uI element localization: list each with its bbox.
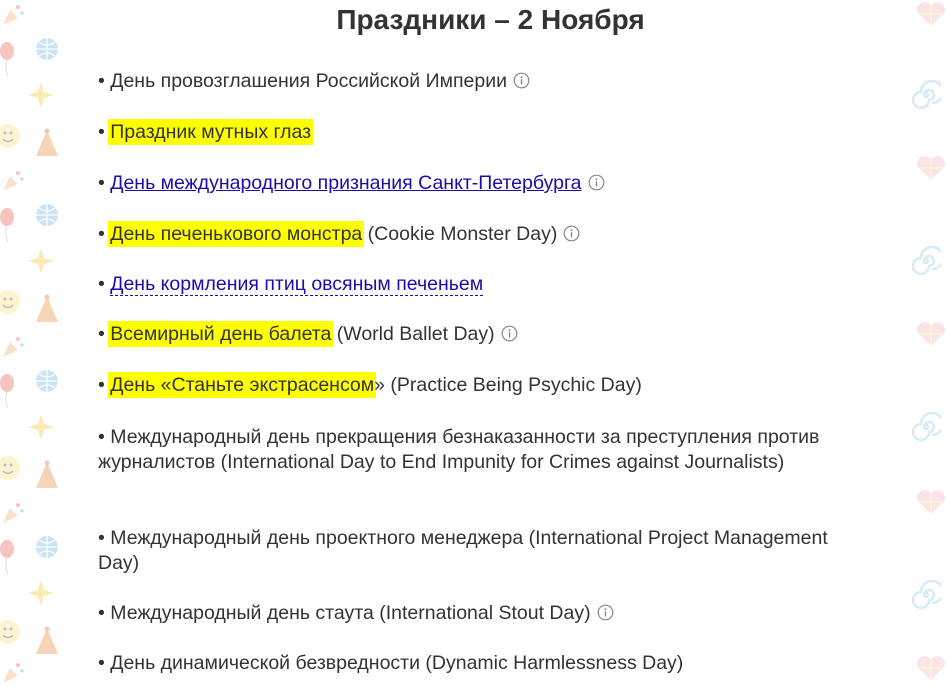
bullet: •	[98, 172, 111, 194]
highlighted-holiday-name: Всемирный день балета	[110, 323, 332, 345]
bullet: •	[98, 602, 111, 624]
party-hat-icon	[36, 294, 58, 322]
spiral-icon	[911, 412, 941, 442]
holiday-text: (World Ballet Day)	[331, 323, 495, 345]
bullet: •	[98, 426, 111, 448]
bullet: •	[98, 70, 111, 92]
holiday-text: (Cookie Monster Day)	[362, 223, 558, 245]
sparkle-icon	[28, 248, 54, 274]
holiday-item: • День провозглашения Российской Империи	[98, 69, 838, 94]
gift-heart-icon	[917, 656, 945, 680]
info-circle-icon[interactable]	[501, 324, 518, 342]
smiley-icon	[0, 124, 20, 148]
page-title: Праздники – 2 Ноября	[336, 4, 645, 35]
confetti-icon	[3, 337, 24, 357]
holiday-item: • День печенькового монстра (Cookie Mons…	[98, 222, 838, 247]
decorative-pattern-left	[0, 0, 60, 686]
bullet: •	[98, 223, 111, 245]
holiday-text: Международный день стаута (International…	[110, 602, 591, 624]
info-circle-icon[interactable]	[597, 603, 614, 621]
balloon-icon	[0, 374, 14, 408]
holiday-item: • Праздник мутных глаз	[98, 120, 838, 145]
holiday-text: День провозглашения Российской Империи	[110, 70, 508, 92]
smiley-icon	[0, 620, 20, 644]
balloon-icon	[0, 42, 14, 76]
holiday-text: Международный день прекращения безнаказа…	[98, 426, 820, 473]
confetti-icon	[3, 663, 24, 683]
confetti-icon	[3, 503, 24, 523]
spiral-icon	[911, 80, 941, 110]
holiday-link[interactable]: День кормления птиц овсяным печеньем	[110, 273, 484, 296]
decorative-pattern-right	[887, 0, 947, 686]
highlighted-holiday-name: День печенькового монстра	[110, 223, 363, 245]
bullet: •	[98, 374, 111, 396]
sparkle-icon	[28, 580, 54, 606]
party-hat-icon	[36, 128, 58, 156]
info-circle-icon[interactable]	[588, 173, 605, 191]
holiday-item: • Всемирный день балета (World Ballet Da…	[98, 322, 838, 347]
holiday-item: • Международный день стаута (Internation…	[98, 601, 838, 626]
smiley-icon	[0, 290, 20, 314]
holiday-text: Международный день проектного менеджера …	[98, 527, 828, 574]
gift-heart-icon	[917, 322, 945, 346]
info-circle-icon[interactable]	[563, 224, 580, 242]
holiday-item: • День кормления птиц овсяным печеньем	[98, 272, 838, 297]
balloon-icon	[0, 540, 14, 574]
confetti-icon	[3, 171, 24, 191]
party-hat-icon	[36, 626, 58, 654]
holiday-item: • Международный день прекращения безнака…	[98, 425, 838, 475]
balloon-icon	[0, 208, 14, 242]
gift-heart-icon	[917, 2, 945, 26]
highlighted-holiday-name: День «Станьте экстрасенсом	[110, 374, 375, 396]
holiday-item: • День международного признания Санкт-Пе…	[98, 171, 838, 196]
confetti-icon	[3, 5, 24, 25]
spiral-icon	[911, 246, 941, 276]
holiday-link[interactable]: День международного признания Санкт-Пете…	[110, 172, 581, 194]
gift-heart-icon	[917, 490, 945, 514]
spiral-icon	[911, 580, 941, 610]
bullet: •	[98, 527, 111, 549]
globe-icon	[36, 536, 58, 558]
bullet: •	[98, 323, 111, 345]
globe-icon	[36, 204, 58, 226]
party-hat-icon	[36, 460, 58, 488]
info-circle-icon[interactable]	[513, 71, 530, 89]
sparkle-icon	[28, 82, 54, 108]
holiday-text: » (Practice Being Psychic Day)	[374, 374, 642, 396]
bullet: •	[98, 652, 111, 674]
bullet: •	[98, 121, 111, 143]
bullet: •	[98, 273, 111, 295]
sparkle-icon	[28, 414, 54, 440]
globe-icon	[36, 370, 58, 392]
holiday-item: • День «Станьте экстрасенсом» (Practice …	[98, 373, 838, 398]
holiday-item: • Международный день проектного менеджер…	[98, 526, 838, 576]
gift-heart-icon	[917, 156, 945, 180]
highlighted-holiday-name: Праздник мутных глаз	[110, 121, 312, 143]
holiday-item: • День динамической безвредности (Dynami…	[98, 651, 838, 676]
holiday-text: День динамической безвредности (Dynamic …	[110, 652, 684, 674]
smiley-icon	[0, 456, 20, 480]
globe-icon	[36, 38, 58, 60]
